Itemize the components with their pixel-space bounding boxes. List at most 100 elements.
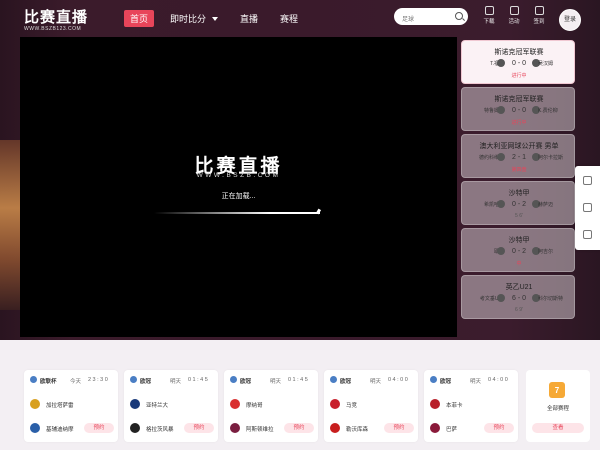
schedule-league: 欧冠 [240, 379, 252, 385]
match-league: 斯诺克冠军联赛 [494, 96, 544, 103]
schedule-day: 明天 [270, 379, 282, 385]
match-row: 特鲁姆普 0 - 0 K.费伦柳 [462, 106, 576, 116]
match-league: 澳大利亚网球公开赛 男单 [479, 143, 559, 150]
match-card[interactable]: 英乙U21 考文垂U21 6 - 0 科尔切斯特 6 9' [461, 275, 575, 319]
schedule-home: 亚特兰大 [130, 399, 214, 409]
team-badge-icon [330, 399, 340, 409]
match-card[interactable]: 斯诺克冠军联赛 特鲁姆普 0 - 0 K.费伦柳 进行中 [461, 87, 575, 131]
match-status: 进行中 [511, 73, 527, 79]
match-row: 希凯哈巴 0 - 2 赫萨迈 [462, 200, 576, 210]
match-card[interactable]: 澳大利亚网球公开赛 男单 德约科维奇 2 - 1 阿尔卡拉斯 第四盘 [461, 134, 575, 178]
checkin-icon [534, 6, 544, 15]
reserve-button[interactable]: 预约 [384, 423, 414, 433]
nav-schedule[interactable]: 赛程 [274, 10, 304, 27]
schedule-league: 欧联杯 [40, 379, 57, 385]
home-team-icon [497, 200, 505, 208]
schedule-away: 格拉茨风暴 预约 [130, 423, 214, 433]
logo-url: WWW.BSZB123.COM [24, 26, 82, 32]
match-row: T.福特 0 - 0 吴汉姆 [462, 59, 576, 69]
schedule-time: 23:30 [88, 377, 110, 383]
search-input[interactable] [394, 11, 450, 29]
team-name: 格拉茨风暴 [146, 427, 174, 433]
activity-label: 活动 [508, 19, 520, 25]
schedule-day: 明天 [370, 379, 382, 385]
team-name: 马竞 [346, 403, 358, 409]
all-schedule-label: 全部赛程 [546, 406, 569, 412]
search-box [394, 8, 468, 29]
site-header: 比赛直播 WWW.BSZB123.COM 首页 即时比分 直播 赛程 下载 活动… [0, 0, 600, 36]
activity-button[interactable]: 活动 [503, 6, 525, 25]
schedule-card[interactable]: 欧冠 明天 04:00 马竞 勒沃库森 预约 [324, 370, 418, 442]
match-card[interactable]: 斯诺克冠军联赛 T.福特 0 - 0 吴汉姆 进行中 [461, 40, 575, 84]
reserve-button[interactable]: 预约 [184, 423, 214, 433]
loading-bar-tip [315, 208, 322, 215]
all-schedule-card[interactable]: 7 全部赛程 查看 [526, 370, 590, 442]
team-badge-icon [430, 423, 440, 433]
loading-bar [154, 212, 320, 214]
schedule-time: 04:00 [488, 377, 510, 383]
schedule-home: 加拉塔萨雷 [30, 399, 114, 409]
search-icon[interactable] [455, 12, 463, 20]
nav-live-score[interactable]: 即时比分 [164, 10, 224, 27]
schedule-time: 01:45 [188, 377, 210, 383]
calendar-icon: 7 [549, 382, 565, 398]
site-logo[interactable]: 比赛直播 WWW.BSZB123.COM [24, 6, 88, 32]
schedule-home: 摩纳哥 [230, 399, 314, 409]
match-row: 耶萨 0 - 2 阿吉尔 [462, 247, 576, 257]
schedule-away: 基辅迪纳摩 预约 [30, 423, 114, 433]
mobile-icon[interactable] [583, 176, 592, 185]
schedule-away: 阿斯顿维拉 预约 [230, 423, 314, 433]
league-icon [230, 376, 237, 383]
team-name: 亚特兰大 [146, 403, 169, 409]
away-team: 科尔切斯特 [538, 296, 564, 302]
schedule-card[interactable]: 欧冠 明天 01:45 摩纳哥 阿斯顿维拉 预约 [224, 370, 318, 442]
schedule-card[interactable]: 欧联杯 今天 23:30 加拉塔萨雷 基辅迪纳摩 预约 [24, 370, 118, 442]
match-score: 0 - 0 [511, 107, 526, 114]
chevron-down-icon [212, 17, 219, 21]
reserve-button[interactable]: 预约 [84, 423, 114, 433]
schedule-home: 马竞 [330, 399, 414, 409]
floating-toolbar [575, 166, 600, 250]
nav-live[interactable]: 直播 [234, 10, 264, 27]
live-match-list: 斯诺克冠军联赛 T.福特 0 - 0 吴汉姆 进行中 斯诺克冠军联赛 特鲁姆普 … [461, 40, 577, 322]
reserve-button[interactable]: 预约 [484, 423, 514, 433]
download-button[interactable]: 下载 [478, 6, 500, 25]
player-brand-url: WWW.BSZB.COM [196, 172, 281, 179]
match-card[interactable]: 沙特甲 耶萨 0 - 2 阿吉尔 中 [461, 228, 575, 272]
match-score: 2 - 1 [511, 154, 526, 161]
schedule-header: 欧冠 明天 01:45 [230, 376, 314, 386]
feedback-icon[interactable] [583, 203, 592, 212]
match-league: 英乙U21 [505, 284, 533, 291]
match-league: 沙特甲 [508, 237, 530, 244]
team-name: 本菲卡 [446, 403, 463, 409]
view-all-button[interactable]: 查看 [532, 423, 584, 433]
nav-live-score-label: 即时比分 [170, 14, 207, 24]
match-score: 0 - 2 [511, 201, 526, 208]
team-name: 摩纳哥 [246, 403, 263, 409]
reserve-button[interactable]: 预约 [284, 423, 314, 433]
schedule-time: 01:45 [288, 377, 310, 383]
schedule-away: 勒沃库森 预约 [330, 423, 414, 433]
league-icon [130, 376, 137, 383]
nav-home[interactable]: 首页 [124, 10, 155, 27]
schedule-away: 巴萨 预约 [430, 423, 514, 433]
user-icon[interactable] [583, 230, 592, 239]
match-card[interactable]: 沙特甲 希凯哈巴 0 - 2 赫萨迈 5 6' [461, 181, 575, 225]
schedule-home: 本菲卡 [430, 399, 514, 409]
login-button[interactable]: 登录 [559, 9, 581, 31]
schedule-header: 欧冠 明天 04:00 [330, 376, 414, 386]
side-banner-image [0, 140, 20, 310]
schedule-card[interactable]: 欧冠 明天 01:45 亚特兰大 格拉茨风暴 预约 [124, 370, 218, 442]
team-name: 勒沃库森 [346, 427, 369, 433]
team-badge-icon [330, 423, 340, 433]
home-team-icon [497, 247, 505, 255]
checkin-button[interactable]: 签到 [528, 6, 550, 25]
video-player[interactable]: 比赛直播 WWW.BSZB.COM 正在加载... [20, 37, 457, 337]
schedule-card[interactable]: 欧冠 明天 04:00 本菲卡 巴萨 预约 [424, 370, 518, 442]
logo-text: 比赛直播 [24, 9, 89, 26]
home-team-icon [497, 294, 505, 302]
team-name: 加拉塔萨雷 [46, 403, 74, 409]
match-league: 沙特甲 [508, 190, 530, 197]
away-team: 赫萨迈 [538, 202, 554, 208]
match-row: 德约科维奇 2 - 1 阿尔卡拉斯 [462, 153, 576, 163]
